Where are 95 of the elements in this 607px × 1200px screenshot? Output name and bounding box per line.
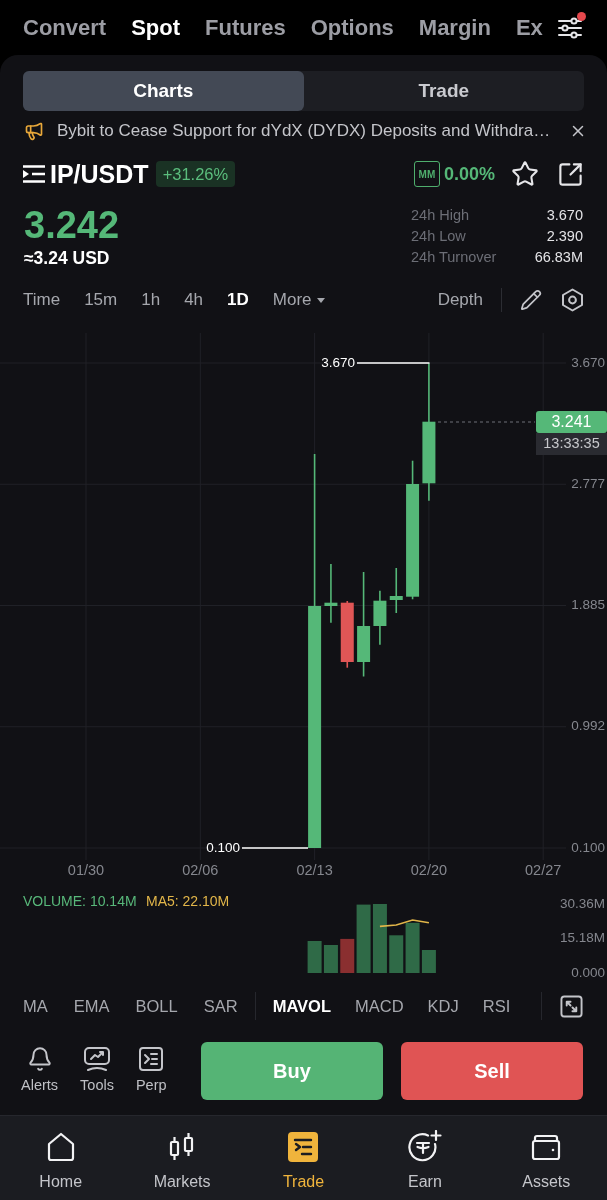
- sell-button[interactable]: Sell: [401, 1042, 583, 1100]
- top-tab[interactable]: Spot: [131, 14, 180, 41]
- volume-legend: MA5: 22.10M: [146, 892, 230, 909]
- toolbar-button[interactable]: Perp: [135, 1045, 167, 1097]
- interval-tab[interactable]: 1h: [141, 287, 161, 313]
- interval-tab[interactable]: 1D: [227, 287, 249, 313]
- stat-value: 3.670: [545, 206, 583, 225]
- up-candle[interactable]: [406, 459, 420, 601]
- date-axis-label: 02/20: [410, 861, 448, 878]
- up-candle[interactable]: [422, 362, 436, 502]
- toolbar-button[interactable]: Alerts: [21, 1045, 59, 1097]
- up-volume-bar: [356, 904, 371, 973]
- indicator-tab[interactable]: MACD: [355, 993, 404, 1019]
- hexagon-settings-icon[interactable]: [561, 288, 584, 312]
- date-axis-label: 02/06: [182, 861, 219, 878]
- volume-legend: VOLUME: 10.14M: [23, 892, 137, 909]
- volume-axis-label: 15.18M: [559, 930, 605, 946]
- up-volume-bar: [372, 904, 387, 973]
- date-axis-label: 02/27: [525, 861, 562, 878]
- top-tab[interactable]: Ex: [515, 14, 543, 41]
- bell-icon: [26, 1045, 53, 1072]
- nav-tab[interactable]: Home: [0, 1116, 122, 1200]
- mm-rate: 0.00%: [443, 162, 495, 186]
- indicator-tab[interactable]: EMA: [73, 993, 110, 1019]
- trade-tile-icon: [287, 1131, 320, 1163]
- high-price-label: 3.670: [321, 354, 355, 370]
- low-price-leader-line: [241, 847, 309, 849]
- mm-badge: MM: [413, 161, 440, 187]
- indicator-tab[interactable]: SAR: [203, 993, 238, 1019]
- caret-down-icon: [316, 297, 325, 303]
- nav-tab[interactable]: Trade: [242, 1116, 365, 1200]
- stat-label: 24h Turnover: [411, 248, 497, 267]
- up-candle[interactable]: [357, 571, 371, 678]
- interval-dropdown[interactable]: More: [272, 287, 325, 313]
- stat-value: 66.83M: [534, 248, 583, 267]
- depth-tab[interactable]: Depth: [437, 287, 483, 313]
- star-icon[interactable]: [511, 160, 539, 188]
- stat-label: 24h Low: [411, 227, 467, 246]
- up-candle[interactable]: [324, 563, 338, 624]
- view-tab[interactable]: Trade: [303, 71, 584, 111]
- countdown-tag: 13:33:35: [536, 433, 607, 455]
- volume-axis-label: 0.000: [571, 964, 605, 980]
- nav-tab[interactable]: Assets: [485, 1116, 607, 1200]
- coin-plus-icon: [407, 1130, 442, 1164]
- pair-list-icon[interactable]: [23, 165, 45, 183]
- stat-label: 24h High: [411, 206, 471, 225]
- down-volume-bar: [340, 938, 355, 973]
- share-icon[interactable]: [557, 160, 584, 188]
- toolbar-button[interactable]: Tools: [80, 1045, 114, 1097]
- up-volume-bar: [307, 941, 322, 973]
- date-axis-label: 01/30: [67, 861, 105, 878]
- megaphone-icon: [24, 121, 44, 141]
- last-price: 3.242: [24, 205, 120, 245]
- fiat-price: ≈3.24 USD: [24, 248, 111, 268]
- interval-tab[interactable]: 15m: [84, 287, 118, 313]
- stat-value: 2.390: [545, 227, 583, 246]
- terminal-square-icon: [138, 1045, 165, 1072]
- down-candle[interactable]: [340, 600, 354, 669]
- price-axis-label: 0.100: [571, 839, 605, 855]
- last-price-tag: 3.241: [536, 411, 607, 433]
- indicator-tab[interactable]: BOLL: [135, 993, 178, 1019]
- up-candle[interactable]: [389, 567, 403, 614]
- top-tab[interactable]: Margin: [418, 14, 491, 41]
- price-axis-label: 2.777: [571, 475, 605, 491]
- indicator-tab[interactable]: KDJ: [427, 993, 459, 1019]
- top-tab[interactable]: Futures: [205, 14, 286, 41]
- top-tab[interactable]: Options: [310, 14, 394, 41]
- announcement-text[interactable]: Bybit to Cease Support for dYdX (DYDX) Deposits and Withdra…: [57, 118, 551, 144]
- up-candle[interactable]: [373, 589, 387, 646]
- fullscreen-icon[interactable]: [560, 994, 583, 1018]
- nav-tab[interactable]: Earn: [364, 1116, 486, 1200]
- price-axis-label: 1.885: [571, 597, 605, 613]
- low-price-label: 0.100: [206, 839, 240, 855]
- up-candle[interactable]: [308, 453, 322, 849]
- sliders-icon[interactable]: [557, 15, 583, 40]
- indicator-tab[interactable]: RSI: [482, 993, 511, 1019]
- top-tab[interactable]: Convert: [23, 14, 107, 41]
- indicator-tab[interactable]: MA: [23, 993, 48, 1019]
- nav-tab[interactable]: Markets: [121, 1116, 243, 1200]
- interval-tab[interactable]: Time: [23, 287, 61, 313]
- view-tab[interactable]: Charts: [23, 71, 304, 111]
- up-volume-bar: [323, 945, 338, 973]
- candlestick-chart[interactable]: 3.670 2.777 1.885 0.992 0.100 01/30 02/06 02/13 02/20 02/27 3.670 0.100 3.241 13:33:35: [0, 320, 607, 888]
- chart-monitor-icon: [83, 1045, 111, 1072]
- pencil-icon[interactable]: [520, 289, 542, 311]
- date-axis-label: 02/13: [296, 861, 333, 878]
- price-axis-label: 0.992: [571, 718, 605, 734]
- indicator-tab[interactable]: MAVOL: [272, 993, 331, 1019]
- price-axis-label: 3.670: [571, 354, 605, 370]
- moving-average-line: [379, 919, 430, 928]
- pair-symbol[interactable]: IP/USDT: [50, 161, 149, 187]
- volume-axis-label: 30.36M: [559, 895, 605, 911]
- interval-tab[interactable]: 4h: [184, 287, 204, 313]
- up-volume-bar: [389, 935, 404, 973]
- change-badge: +31.26%: [155, 161, 236, 187]
